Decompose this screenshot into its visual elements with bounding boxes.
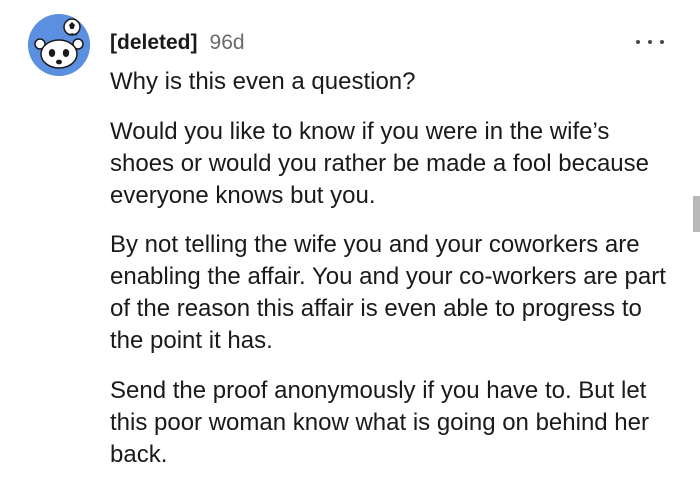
snoo-avatar-icon — [28, 14, 90, 76]
comment-body: Why is this even a question? Would you l… — [110, 66, 670, 471]
comment-paragraph: Would you like to know if you were in th… — [110, 118, 650, 209]
more-options-icon[interactable] — [636, 30, 664, 54]
comment-author[interactable]: [deleted] — [110, 31, 198, 55]
comment-age: 96d — [209, 31, 245, 54]
comment-paragraph: Send the proof anonymously if you have t… — [110, 377, 649, 468]
avatar[interactable] — [28, 14, 90, 76]
comment-paragraph: By not telling the wife you and your cow… — [110, 231, 666, 354]
comment-meta: [deleted] 96d — [110, 29, 245, 57]
scrollbar[interactable] — [693, 196, 700, 232]
comment: [deleted] 96d Why is this even a questio… — [0, 0, 700, 499]
comment-paragraph: Why is this even a question? — [110, 68, 416, 95]
dot — [648, 40, 652, 44]
dot — [660, 40, 664, 44]
dot — [636, 40, 640, 44]
